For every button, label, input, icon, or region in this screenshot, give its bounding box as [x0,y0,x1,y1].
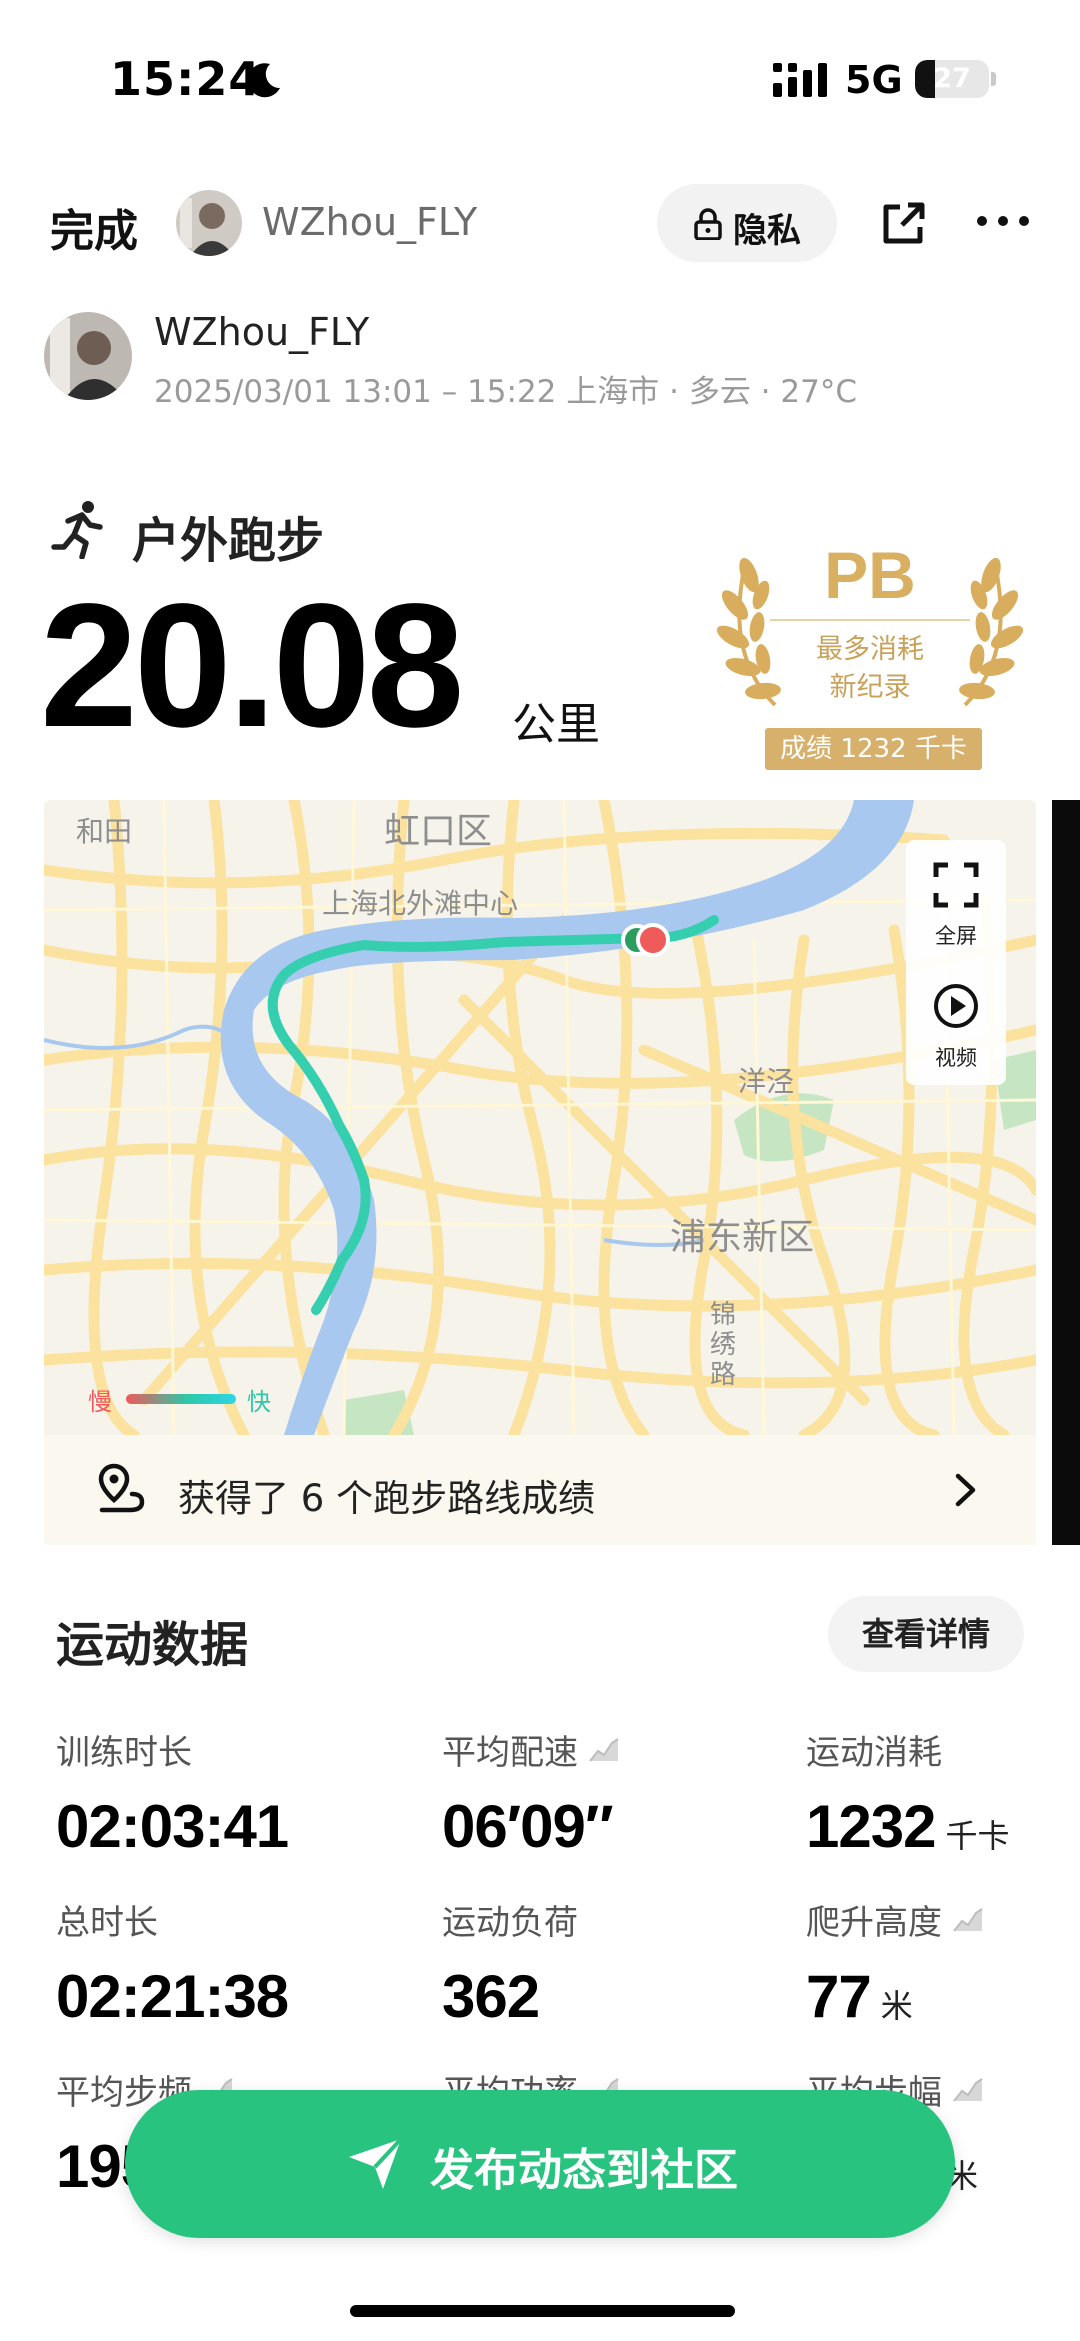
pace-legend-slow: 慢 [88,1388,112,1416]
mini-chart-icon [953,2077,983,2102]
video-label[interactable]: 视频 [906,1042,1006,1072]
more-icon[interactable] [975,214,1031,228]
route-achievement-row[interactable]: 获得了 6 个跑步路线成绩 [44,1435,1036,1545]
map-label: 浦东新区 [670,1217,815,1258]
battery-percent: 27 [933,63,971,94]
pb-subtitle-2: 新纪录 [829,672,911,703]
end-marker [636,923,670,957]
map-label: 虹口区 [384,811,493,852]
signal-icon [773,63,827,97]
stat-label: 爬升高度 [806,1903,942,1943]
lock-icon [694,208,722,240]
status-time: 15:24 [110,52,262,106]
nav-username: WZhou_FLY [262,200,478,244]
view-details-button[interactable]: 查看详情 [828,1596,1024,1672]
network-label: 5G [845,58,903,102]
stat-training-load[interactable]: 运动负荷 362 [442,1895,578,2031]
activity-meta: 2025/03/01 13:01 – 15:22 上海市 · 多云 · 27°C [154,374,857,410]
stat-calories[interactable]: 运动消耗 1232 千卡 [806,1725,1010,1861]
send-icon [349,2137,403,2189]
stat-value: 06′09″ [442,1793,614,1860]
stat-average-pace[interactable]: 平均配速 06′09″ [442,1725,620,1861]
done-button[interactable]: 完成 [50,195,138,259]
stat-value: 02:21:38 [56,1963,289,2030]
publish-to-community-button[interactable]: 发布动态到社区 [125,2090,955,2238]
mini-chart-icon [953,1907,983,1932]
distance-value: 20.08 [40,568,464,764]
stat-label: 总时长 [56,1903,158,1943]
privacy-button[interactable]: 隐私 [657,184,837,262]
stat-value: 02:03:41 [56,1793,289,1860]
top-nav: 完成 WZhou_FLY 隐私 [0,180,1080,270]
battery-icon: 27 [915,60,989,98]
privacy-label: 隐私 [733,211,801,251]
stat-label: 平均配速 [442,1733,578,1773]
pace-legend-fast: 快 [247,1388,271,1416]
pb-title: PB [824,538,916,612]
stat-label: 运动负荷 [442,1903,578,1943]
stat-unit: 千卡 [945,1817,1010,1855]
nav-avatar[interactable] [176,190,242,256]
distance-unit: 公里 [512,699,600,750]
stat-value: 1232 [806,1793,936,1860]
chevron-right-icon [955,1473,976,1507]
publish-label: 发布动态到社区 [430,2145,738,2196]
status-bar: 15:24 5G 27 [0,0,1080,150]
edge-strip [1052,800,1080,1545]
stat-total-duration[interactable]: 总时长 02:21:38 [56,1895,289,2031]
stat-value: 362 [442,1963,540,2030]
stat-label: 训练时长 [56,1733,192,1773]
user-name: WZhou_FLY [154,310,370,354]
route-achievement-text: 获得了 6 个跑步路线成绩 [178,1477,596,1520]
pb-score: 成绩 1232 千卡 [765,728,982,770]
map-canvas [44,800,1036,1435]
pb-subtitle-1: 最多消耗 [816,634,924,665]
map-label: 锦绣路 [710,1300,737,1390]
fullscreen-label[interactable]: 全屏 [906,920,1006,950]
stat-training-duration[interactable]: 训练时长 02:03:41 [56,1725,289,1861]
share-icon[interactable] [880,199,928,247]
stat-label: 运动消耗 [806,1733,942,1773]
play-video-icon[interactable] [933,983,979,1029]
route-pin-icon [98,1463,145,1513]
route-map[interactable]: 和田 虹口区 上海北外滩中心 洋泾 浦东新区 锦绣路 全屏 视频 慢 快 [44,800,1036,1435]
moon-icon [247,63,280,98]
user-avatar[interactable] [44,312,132,400]
map-controls: 全屏 视频 [906,840,1006,1085]
fullscreen-icon[interactable] [933,862,979,908]
running-icon [51,501,103,559]
stat-elevation-gain[interactable]: 爬升高度 77 米 [806,1895,984,2031]
map-label: 洋泾 [738,1065,795,1098]
mini-chart-icon [589,1737,619,1762]
map-label: 和田 [76,815,133,848]
map-label: 上海北外滩中心 [322,887,519,920]
pace-legend-gradient [126,1394,236,1404]
battery-cap [991,72,996,86]
stat-unit: 米 [880,1987,913,2025]
stats-title: 运动数据 [56,1617,249,1673]
home-indicator[interactable] [350,2305,735,2317]
stat-value: 77 [806,1963,872,2030]
pb-badge[interactable]: PB 最多消耗 新纪录 成绩 1232 千卡 [705,525,1035,775]
pb-divider [770,619,970,621]
sport-type-label: 户外跑步 [132,513,325,569]
